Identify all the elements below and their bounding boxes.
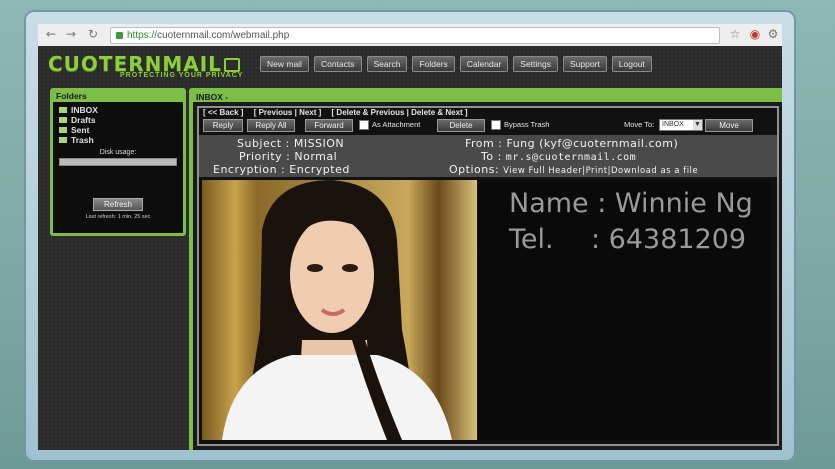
folders-title: Folders xyxy=(53,91,183,102)
star-icon[interactable]: ☆ xyxy=(728,27,742,41)
options-row: Options: View Full Header|Print|Download… xyxy=(449,163,699,176)
menu-search[interactable]: Search xyxy=(366,56,408,72)
portrait-image xyxy=(202,180,477,440)
folder-inbox[interactable]: INBOX xyxy=(53,105,183,115)
bypass-trash-label: Bypass Trash xyxy=(504,120,550,129)
browser-toolbar: ← → ↻ https://cuoternmail.com/webmail.ph… xyxy=(38,24,782,47)
forward-arrow-icon[interactable]: → xyxy=(64,27,78,41)
menu-contacts[interactable]: Contacts xyxy=(313,56,362,72)
webmail-page: CUOTERNMAIL PROTECTING YOUR PRIVACY New … xyxy=(38,46,782,450)
menu-folders[interactable]: Folders xyxy=(412,56,455,72)
bypass-trash-checkbox[interactable] xyxy=(491,120,501,130)
drafts-folder-icon xyxy=(59,117,67,123)
as-attachment-label: As Attachment xyxy=(372,120,421,129)
last-refresh-text: Last refresh: 1 min, 25 sec xyxy=(85,214,151,220)
priority-row: Priority : Normal xyxy=(239,150,338,163)
subject-row: Subject : MISSION xyxy=(237,137,345,150)
menu-logout[interactable]: Logout xyxy=(611,56,652,72)
trash-folder-icon xyxy=(59,137,67,143)
disk-usage-bar xyxy=(59,158,177,166)
reply-button[interactable]: Reply xyxy=(203,119,243,132)
contact-name: Name : Winnie Ng xyxy=(509,188,753,219)
menu-settings[interactable]: Settings xyxy=(513,56,558,72)
logo-tagline: PROTECTING YOUR PRIVACY xyxy=(120,72,244,79)
screen: ← → ↻ https://cuoternmail.com/webmail.ph… xyxy=(38,24,782,450)
disk-usage-label: Disk usage: xyxy=(99,149,137,156)
message-view: [ << Back ] [ Previous | Next ] [ Delete… xyxy=(197,106,779,446)
back-link[interactable]: [ << Back ] xyxy=(203,108,243,117)
folders-panel: Folders INBOX Drafts Sent Trash Disk usa… xyxy=(50,88,186,236)
monitor-frame: ← → ↻ https://cuoternmail.com/webmail.ph… xyxy=(24,10,796,462)
priority-value: Normal xyxy=(294,150,338,163)
message-nav: [ << Back ] [ Previous | Next ] [ Delete… xyxy=(199,108,777,118)
inbox-title: INBOX - xyxy=(193,92,782,102)
move-to-label: Move To: xyxy=(624,120,655,129)
to-row: To : mr.s@cuoternmail.com xyxy=(481,150,637,163)
main-menu: New mail Contacts Search Folders Calenda… xyxy=(260,56,652,72)
menu-new-mail[interactable]: New mail xyxy=(260,56,309,72)
refresh-button[interactable]: Refresh xyxy=(93,198,143,211)
sent-folder-icon xyxy=(59,127,67,133)
prev-next-links[interactable]: [ Previous | Next ] xyxy=(254,108,322,117)
message-actions: Reply Reply All Forward As Attachment De… xyxy=(199,118,777,132)
contact-card: Name : Winnie Ng Tel. : 64381209 xyxy=(479,180,771,440)
message-header: Subject : MISSION Priority : Normal Encr… xyxy=(199,135,777,177)
to-value: mr.s@cuoternmail.com xyxy=(505,152,637,163)
attached-photo xyxy=(202,180,477,440)
extension-icon[interactable]: ◉ xyxy=(748,27,762,41)
secure-lock-icon xyxy=(116,31,123,39)
url-protocol: https:// xyxy=(127,30,158,41)
folder-trash[interactable]: Trash xyxy=(53,135,183,145)
wrench-icon[interactable]: ⚙ xyxy=(766,27,780,41)
address-bar[interactable]: https://cuoternmail.com/webmail.php xyxy=(110,27,720,44)
encryption-row: Encryption : Encrypted xyxy=(213,163,350,176)
menu-calendar[interactable]: Calendar xyxy=(459,56,509,72)
subject-value: MISSION xyxy=(293,137,345,150)
reload-icon[interactable]: ↻ xyxy=(86,27,100,41)
chevron-down-icon: ▼ xyxy=(693,120,702,130)
inbox-panel: INBOX - [ << Back ] [ Previous | Next ] … xyxy=(189,88,782,450)
reply-all-button[interactable]: Reply All xyxy=(247,119,295,132)
folder-drafts[interactable]: Drafts xyxy=(53,115,183,125)
contact-tel-label: Tel. xyxy=(509,224,554,255)
delete-button[interactable]: Delete xyxy=(437,119,485,132)
menu-support[interactable]: Support xyxy=(563,56,607,72)
inbox-folder-icon xyxy=(59,107,67,113)
forward-button[interactable]: Forward xyxy=(305,119,353,132)
folder-sent[interactable]: Sent xyxy=(53,125,183,135)
from-row: From : Fung (kyf@cuoternmail.com) xyxy=(465,137,679,150)
move-button[interactable]: Move xyxy=(705,119,753,132)
encryption-value: Encrypted xyxy=(289,163,350,176)
logo: CUOTERNMAIL PROTECTING YOUR PRIVACY xyxy=(48,52,248,80)
delete-nav-links[interactable]: [ Delete & Previous | Delete & Next ] xyxy=(332,108,468,117)
back-arrow-icon[interactable]: ← xyxy=(44,27,58,41)
from-value: Fung (kyf@cuoternmail.com) xyxy=(506,137,679,150)
contact-tel-value: : 64381209 xyxy=(591,224,747,255)
move-to-select[interactable]: INBOX ▼ xyxy=(659,119,703,131)
url-text: cuoternmail.com/webmail.php xyxy=(157,30,290,41)
logo-lock-icon xyxy=(223,58,240,72)
options-links[interactable]: View Full Header|Print|Download as a fil… xyxy=(503,166,698,176)
as-attachment-checkbox[interactable] xyxy=(359,120,369,130)
